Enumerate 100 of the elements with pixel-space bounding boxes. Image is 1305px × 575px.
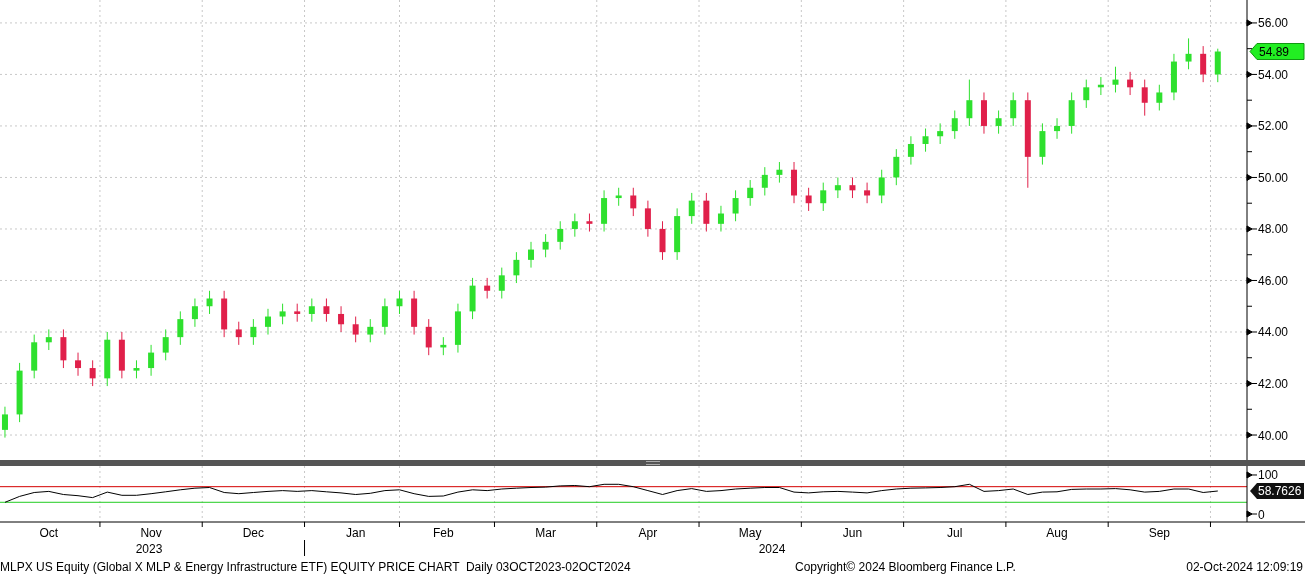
candlestick xyxy=(191,298,198,328)
candlestick xyxy=(571,213,578,238)
candlestick xyxy=(31,334,38,379)
timestamp: 02-Oct-2024 12:09:19 xyxy=(1186,559,1304,574)
month-label: Apr xyxy=(638,526,658,540)
chart-title: MLPX US Equity (Global X MLP & Energy Infrastructure ETF) EQUITY PRICE CHART Daily 03OCT2023-02OCT2024 xyxy=(0,559,632,574)
candlestick xyxy=(265,308,271,336)
month-label: Dec xyxy=(242,526,265,540)
price-axis-label: 56.00 xyxy=(1258,16,1289,31)
candlestick xyxy=(542,233,549,258)
candlestick xyxy=(75,352,82,377)
candlestick xyxy=(893,148,900,186)
candlestick xyxy=(659,220,666,261)
candlestick xyxy=(177,310,184,346)
candlestick xyxy=(1,406,8,439)
candlestick xyxy=(601,189,608,233)
candlestick xyxy=(454,303,461,354)
candlestick xyxy=(688,192,695,225)
candlestick xyxy=(951,110,958,140)
candlestick xyxy=(1010,91,1017,127)
candlestick xyxy=(995,110,1002,135)
candlestick xyxy=(761,166,768,196)
candlestick xyxy=(849,176,856,199)
candlestick xyxy=(250,318,257,346)
month-label: Feb xyxy=(433,526,454,540)
candlestick xyxy=(440,336,447,356)
candlestick xyxy=(1214,48,1221,83)
month-label: Sep xyxy=(1148,526,1170,540)
candlestick xyxy=(118,331,125,379)
candlestick xyxy=(104,331,111,387)
candlestick xyxy=(352,316,359,343)
candlestick xyxy=(148,344,155,377)
candlestick xyxy=(16,362,23,423)
month-label: Jun xyxy=(842,526,863,540)
indicator-axis-label: 0 xyxy=(1258,507,1265,522)
price-axis-label: 54.00 xyxy=(1258,67,1289,82)
year-label: 2024 xyxy=(758,542,786,556)
candlestick xyxy=(674,207,681,261)
candlestick xyxy=(133,359,140,379)
price-axis-label: 48.00 xyxy=(1258,222,1289,237)
candlestick xyxy=(820,182,827,212)
month-label: Jan xyxy=(346,526,366,540)
candlestick xyxy=(1039,122,1046,166)
candlestick xyxy=(1141,79,1148,117)
candlestick xyxy=(206,290,213,315)
candlestick xyxy=(1054,117,1061,140)
candlestick xyxy=(703,192,710,233)
candlestick xyxy=(162,328,169,361)
price-axis-label: 50.00 xyxy=(1258,170,1289,185)
candlestick xyxy=(586,213,593,233)
candlestick xyxy=(89,359,96,387)
month-label: Oct xyxy=(39,526,59,540)
month-label: Mar xyxy=(535,526,556,540)
candlestick xyxy=(1170,53,1177,101)
candlestick xyxy=(981,91,987,135)
candlestick xyxy=(1156,84,1163,111)
month-label: Jul xyxy=(947,526,963,540)
candlestick xyxy=(776,161,783,184)
candlestick xyxy=(864,182,871,204)
candlestick xyxy=(834,176,841,199)
year-label: 2023 xyxy=(135,542,163,556)
candlestick xyxy=(1083,79,1090,109)
last-price-tag: 54.89 xyxy=(1249,43,1305,60)
candlestick xyxy=(279,303,286,325)
month-label: Nov xyxy=(140,526,162,540)
candlestick xyxy=(937,122,944,145)
candlestick xyxy=(396,290,403,315)
candlestick xyxy=(221,290,228,338)
candlestick xyxy=(907,135,914,166)
candlestick xyxy=(644,200,651,238)
candlestick xyxy=(323,298,330,323)
candlestick xyxy=(732,189,739,222)
candlestick xyxy=(630,187,637,217)
candlestick xyxy=(805,187,812,212)
candlestick xyxy=(469,277,476,320)
candlestick xyxy=(513,251,520,284)
candlestick xyxy=(381,298,388,336)
month-label: Aug xyxy=(1046,526,1068,540)
candlestick xyxy=(294,303,301,323)
candlestick xyxy=(235,321,242,346)
candlestick xyxy=(557,220,564,251)
price-axis-label: 44.00 xyxy=(1258,325,1289,340)
copyright-text: Copyright© 2024 Bloomberg Finance L.P. xyxy=(795,559,1017,574)
candlestick xyxy=(1127,71,1134,96)
month-label: May xyxy=(738,526,762,540)
candlestick xyxy=(425,318,432,356)
candlestick xyxy=(45,328,52,351)
price-axis-label: 52.00 xyxy=(1258,119,1289,134)
candlestick xyxy=(60,328,67,369)
price-axis-label: 42.00 xyxy=(1258,377,1289,391)
candlestick xyxy=(411,290,418,336)
candlestick xyxy=(1185,37,1192,70)
candlestick xyxy=(747,179,754,207)
candlestick xyxy=(338,305,345,333)
candlestick xyxy=(1068,91,1075,135)
last-value-tag: 58.7626 xyxy=(1250,483,1304,499)
candlestick xyxy=(484,277,491,299)
candlestick xyxy=(308,298,315,323)
candlestick xyxy=(1097,76,1104,96)
price-axis-label: 40.00 xyxy=(1258,428,1289,443)
